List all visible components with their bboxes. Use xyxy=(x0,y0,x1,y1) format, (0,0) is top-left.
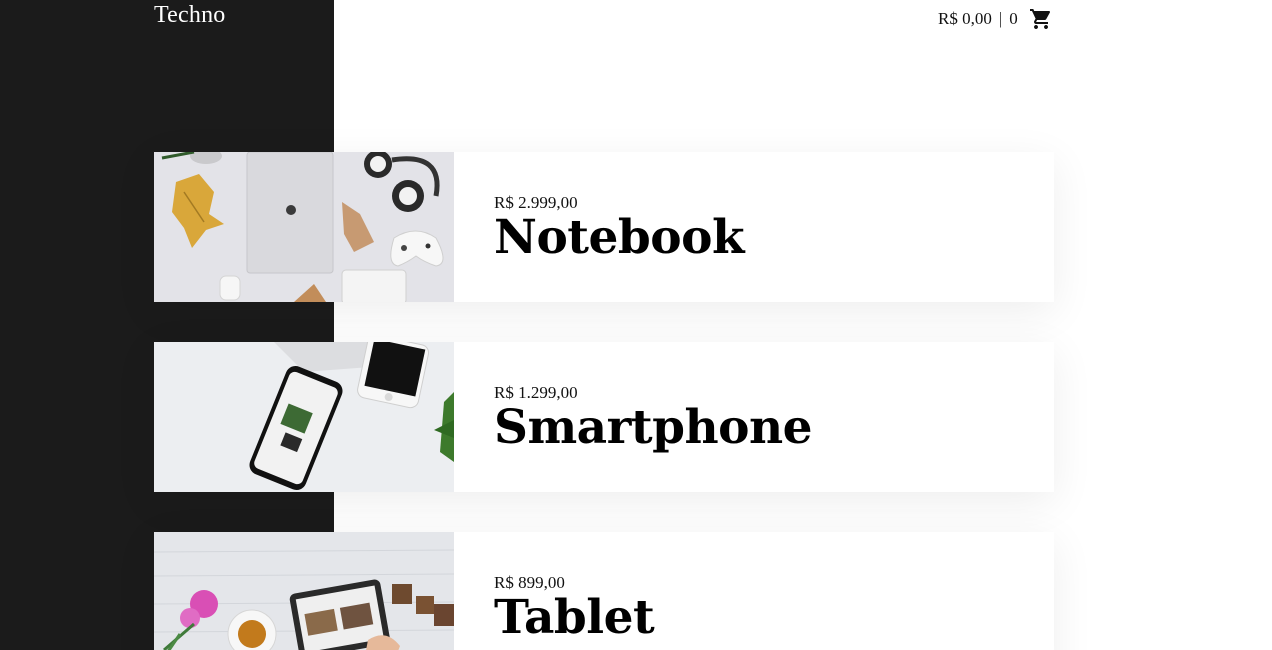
product-image-tablet[interactable] xyxy=(154,532,454,650)
site-logo[interactable]: Techno xyxy=(154,2,226,29)
shopping-cart-icon[interactable] xyxy=(1029,7,1053,31)
product-name[interactable]: Notebook xyxy=(494,212,745,264)
cart-count: 0 xyxy=(1009,9,1018,28)
product-name[interactable]: Smartphone xyxy=(494,402,813,454)
product-name[interactable]: Tablet xyxy=(494,592,655,644)
product-image-smartphone[interactable] xyxy=(154,342,454,492)
product-image-notebook[interactable] xyxy=(154,152,454,302)
product-info-tablet: R$ 899,00 Tablet xyxy=(454,532,655,650)
product-card-tablet[interactable]: R$ 899,00 Tablet xyxy=(154,532,1054,650)
cart-separator: | xyxy=(998,9,1003,28)
cart-summary[interactable]: R$ 0,00 | 0 xyxy=(938,7,1053,31)
product-info-notebook: R$ 2.999,00 Notebook xyxy=(454,152,745,302)
cart-total: R$ 0,00 xyxy=(938,9,992,28)
product-info-smartphone: R$ 1.299,00 Smartphone xyxy=(454,342,813,492)
product-card-notebook[interactable]: R$ 2.999,00 Notebook xyxy=(154,152,1054,302)
product-card-smartphone[interactable]: R$ 1.299,00 Smartphone xyxy=(154,342,1054,492)
